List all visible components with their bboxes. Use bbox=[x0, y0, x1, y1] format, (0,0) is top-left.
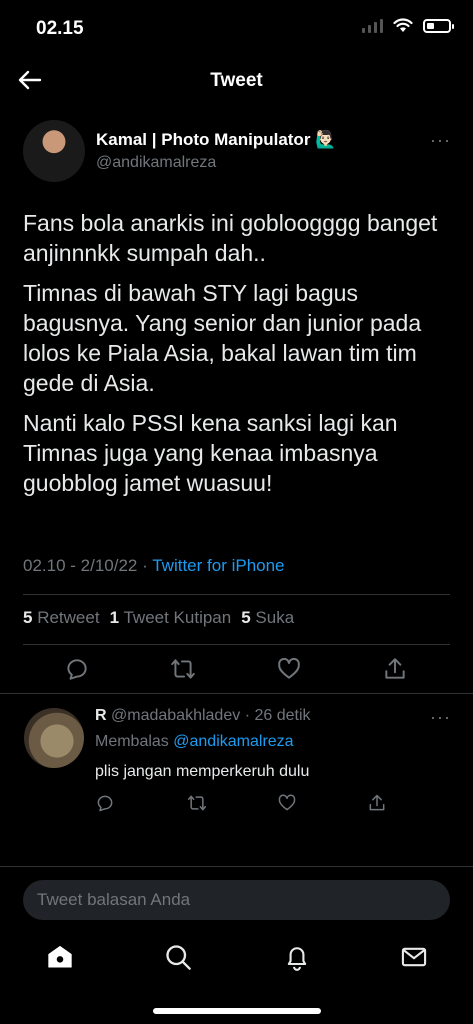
tweet-paragraph: Nanti kalo PSSI kena sanksi lagi kan Tim… bbox=[23, 410, 398, 496]
reply-header: R @madabakhladev · 26 detik bbox=[95, 707, 311, 725]
divider bbox=[23, 644, 450, 645]
likes-label: Suka bbox=[255, 608, 295, 627]
retweets-stat[interactable]: 5 Retweet bbox=[23, 608, 100, 628]
reply-share-button[interactable] bbox=[367, 793, 387, 813]
replying-prefix: Membalas bbox=[95, 733, 169, 750]
comment-icon bbox=[97, 795, 113, 812]
tab-messages[interactable] bbox=[400, 943, 428, 971]
share-button[interactable] bbox=[382, 656, 408, 682]
share-icon bbox=[385, 658, 405, 679]
tab-search[interactable] bbox=[164, 943, 192, 971]
reply-like-button[interactable] bbox=[277, 793, 297, 813]
reply-button[interactable] bbox=[64, 656, 90, 682]
retweet-icon bbox=[187, 795, 207, 811]
reply-text: plis jangan memperkeruh dulu bbox=[95, 763, 310, 780]
likes-count: 5 bbox=[241, 608, 251, 627]
page-title: Tweet bbox=[210, 70, 263, 91]
reply-input[interactable]: Tweet balasan Anda bbox=[23, 880, 450, 920]
tweet-date: 2/10/22 bbox=[80, 556, 138, 575]
tweet-more-button[interactable]: ··· bbox=[430, 130, 451, 151]
battery-icon bbox=[423, 18, 454, 33]
wifi-icon bbox=[393, 18, 413, 32]
like-button[interactable] bbox=[276, 656, 302, 682]
quotes-label: Tweet Kutipan bbox=[123, 608, 232, 627]
replying-to-handle[interactable]: @andikamalreza bbox=[173, 733, 293, 750]
tweet-paragraph: Timnas di bawah STY lagi bagus bagusnya.… bbox=[23, 280, 422, 396]
author-handle[interactable]: @andikamalreza bbox=[96, 154, 216, 172]
author-emoji: 🙋🏻‍♂️ bbox=[315, 130, 337, 149]
retweets-count: 5 bbox=[23, 608, 33, 627]
status-time: 02.15 bbox=[36, 18, 84, 39]
retweet-button[interactable] bbox=[170, 656, 196, 682]
quotes-stat[interactable]: 1 Tweet Kutipan bbox=[110, 608, 232, 628]
reply-author-handle[interactable]: @madabakhladev bbox=[111, 707, 240, 724]
retweet-icon bbox=[171, 659, 195, 679]
share-icon bbox=[369, 794, 385, 811]
heart-icon bbox=[278, 794, 296, 811]
tweet-source-link[interactable]: Twitter for iPhone bbox=[152, 556, 284, 575]
comment-icon bbox=[67, 659, 87, 680]
heart-icon bbox=[278, 657, 300, 679]
home-indicator bbox=[153, 1008, 321, 1014]
cellular-signal-icon bbox=[362, 18, 383, 33]
reply-more-button[interactable]: ··· bbox=[430, 707, 451, 728]
tab-home[interactable] bbox=[46, 943, 74, 971]
author-name[interactable]: Kamal | Photo Manipulator 🙋🏻‍♂️ bbox=[96, 130, 336, 150]
home-icon bbox=[48, 945, 72, 968]
quotes-count: 1 bbox=[109, 608, 120, 627]
divider bbox=[23, 594, 450, 595]
reply-author-name[interactable]: R bbox=[95, 707, 107, 724]
meta-separator: · bbox=[142, 556, 148, 575]
likes-stat[interactable]: 5 Suka bbox=[241, 608, 294, 628]
tab-notifications[interactable] bbox=[283, 943, 311, 971]
tweet-meta: 02.10 - 2/10/22 · Twitter for iPhone bbox=[23, 556, 285, 575]
tweet-time: 02.10 bbox=[23, 556, 66, 575]
search-icon bbox=[166, 945, 191, 970]
author-display-name: Kamal | Photo Manipulator bbox=[96, 130, 311, 149]
author-avatar[interactable] bbox=[23, 120, 85, 182]
replying-to: Membalas @andikamalreza bbox=[95, 733, 294, 751]
divider bbox=[0, 866, 473, 867]
reply-reply-button[interactable] bbox=[95, 793, 115, 813]
status-icons bbox=[362, 18, 454, 33]
bell-icon bbox=[287, 947, 307, 971]
reply-retweet-button[interactable] bbox=[187, 793, 207, 813]
tweet-stats: 5 Retweet 1 Tweet Kutipan 5 Suka bbox=[23, 608, 294, 628]
divider bbox=[0, 693, 473, 694]
reply-time: · 26 detik bbox=[244, 707, 311, 724]
mail-icon bbox=[401, 947, 427, 967]
tweet-paragraph: Fans bola anarkis ini gobloogggg banget … bbox=[23, 210, 438, 266]
retweets-label: Retweet bbox=[37, 608, 100, 627]
tweet-text: Fans bola anarkis ini gobloogggg banget … bbox=[23, 208, 443, 508]
reply-avatar[interactable] bbox=[24, 708, 84, 768]
